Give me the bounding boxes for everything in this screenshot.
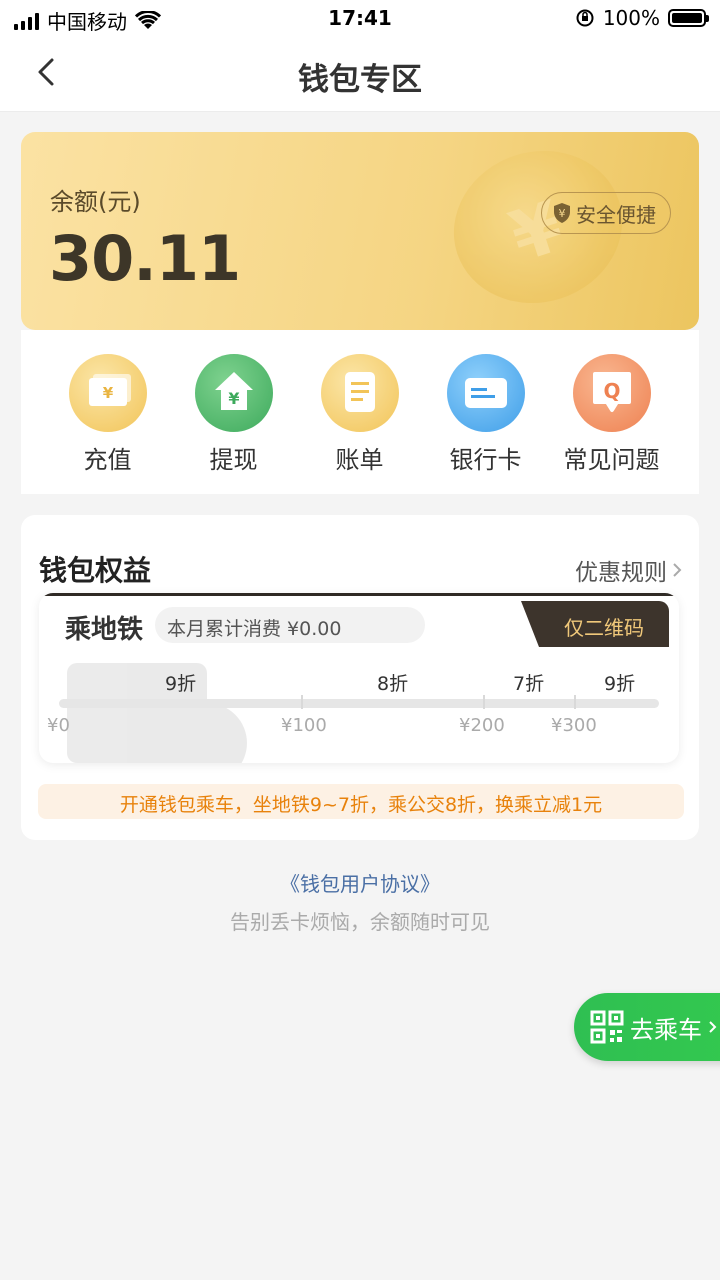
balance-card: ¥ 余额(元) 30.11 ¥ 安全便捷 [21, 132, 699, 330]
promo-banner: 开通钱包乘车，坐地铁9~7折，乘公交8折，换乘立减1元 [38, 784, 684, 819]
chevron-right-icon [673, 563, 682, 577]
battery-percent: 100% [602, 6, 660, 30]
progress-tick [483, 695, 485, 709]
faq-icon: Q [572, 354, 651, 432]
page-title: 钱包专区 [298, 62, 422, 98]
battery-icon [668, 9, 709, 27]
discount-tier-label: 8折 [377, 673, 409, 695]
rotation-lock-icon [576, 9, 594, 27]
security-badge-label: 安全便捷 [576, 202, 656, 227]
qr-only-tag: 仅二维码 [521, 601, 669, 647]
faq-button[interactable]: Q 常见问题 [549, 354, 674, 475]
slogan-text: 告别丢卡烦恼，余额随时可见 [230, 910, 490, 934]
qr-code-icon [590, 1010, 624, 1044]
threshold-label: ¥0 [47, 715, 70, 736]
benefits-title: 钱包权益 [39, 554, 152, 587]
discount-tier-label: 7折 [513, 673, 545, 695]
threshold-label: ¥300 [551, 715, 597, 736]
discount-rules-link[interactable]: 优惠规则 [575, 553, 683, 587]
bill-label: 账单 [335, 446, 384, 474]
nav-bar: 钱包专区 [0, 36, 720, 112]
discount-tier-label: 9折 [165, 673, 197, 695]
quick-actions: ¥ 充值 ¥ 提现 账单 银行卡 Q 常见问题 [21, 330, 699, 494]
recharge-button[interactable]: ¥ 充值 [45, 354, 170, 475]
shield-icon: ¥ [554, 203, 570, 223]
progress-tick [301, 695, 303, 709]
progress-tick [574, 695, 576, 709]
discount-progress-track [59, 699, 659, 708]
svg-text:¥: ¥ [559, 207, 566, 220]
withdraw-button[interactable]: ¥ 提现 [171, 354, 296, 475]
svg-text:¥: ¥ [228, 389, 239, 408]
svg-text:¥: ¥ [102, 384, 113, 402]
svg-text:Q: Q [603, 379, 620, 403]
discount-rules-label: 优惠规则 [575, 560, 667, 586]
threshold-label: ¥100 [281, 715, 327, 736]
security-badge: ¥ 安全便捷 [541, 192, 671, 234]
monthly-spending: 本月累计消费 ¥0.00 [155, 607, 425, 643]
bank-card-button[interactable]: 银行卡 [423, 354, 548, 475]
wallet-benefits-card: 钱包权益 优惠规则 乘地铁 本月累计消费 ¥0.00 仅二维码 9折 8折 7折… [21, 515, 699, 840]
threshold-label: ¥200 [459, 715, 505, 736]
balance-value: 30.11 [49, 222, 241, 295]
withdraw-label: 提现 [209, 446, 258, 474]
chevron-right-icon [709, 1021, 717, 1033]
faq-label: 常见问题 [563, 446, 660, 474]
recharge-icon: ¥ [68, 354, 147, 432]
withdraw-icon: ¥ [194, 354, 273, 432]
balance-label: 余额(元) [50, 188, 141, 216]
metro-discount-card[interactable]: 乘地铁 本月累计消费 ¥0.00 仅二维码 9折 8折 7折 9折 ¥0 ¥10… [39, 593, 679, 763]
metro-card-top-border [39, 593, 679, 596]
bank-card-icon [446, 354, 525, 432]
status-bar: 中国移动 17:41 100% [0, 0, 720, 36]
user-agreement-link[interactable]: 《钱包用户协议》 [0, 868, 720, 897]
bill-button[interactable]: 账单 [297, 354, 422, 475]
bill-icon [320, 354, 399, 432]
bank-card-label: 银行卡 [449, 446, 522, 474]
discount-tier-label: 9折 [604, 673, 636, 695]
go-ride-button[interactable]: 去乘车 [574, 993, 720, 1061]
go-ride-label: 去乘车 [630, 1015, 702, 1044]
metro-title: 乘地铁 [65, 615, 144, 645]
recharge-label: 充值 [83, 446, 132, 474]
